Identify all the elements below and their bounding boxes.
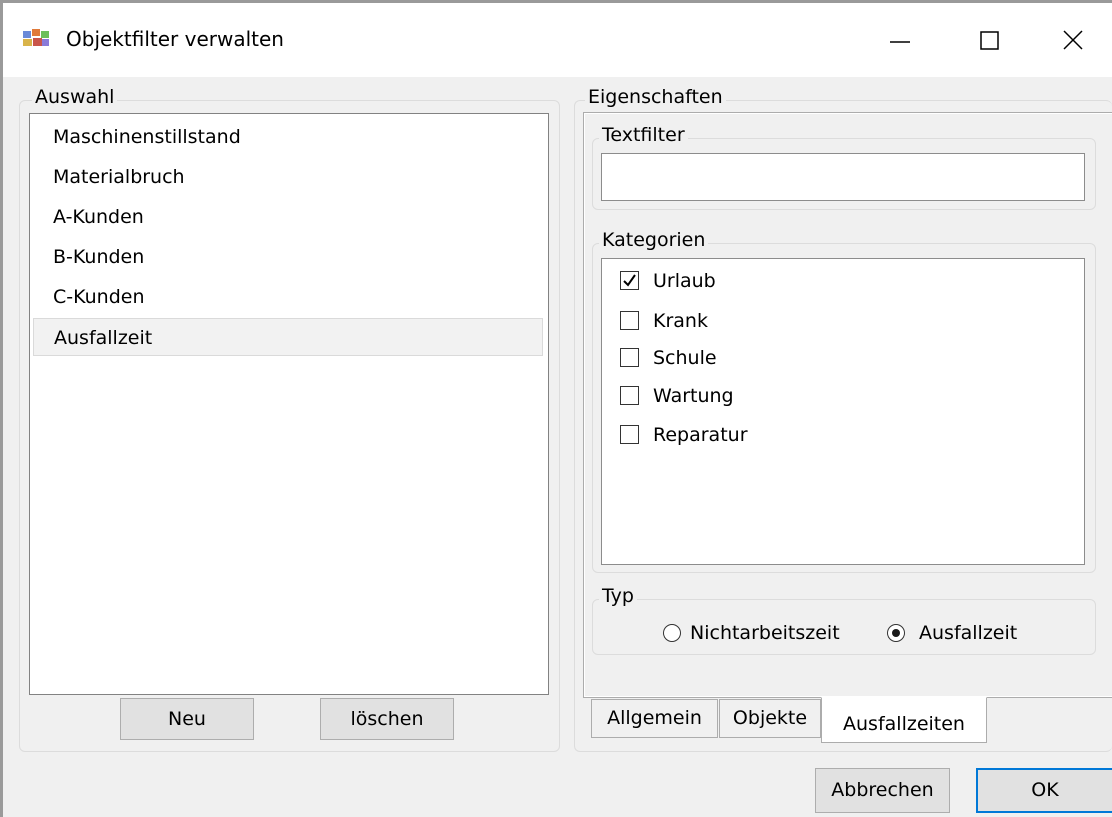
kategorien-legend: Kategorien [599, 229, 709, 251]
tab-objekte[interactable]: Objekte [719, 699, 821, 738]
radio-dot-icon [892, 629, 900, 637]
kategorien-list: Urlaub Krank Schule Wartung Reparatur [601, 258, 1085, 565]
cancel-button[interactable]: Abbrechen [815, 768, 950, 813]
tab-allgemein[interactable]: Allgemein [591, 699, 718, 738]
list-item[interactable]: Materialbruch [33, 158, 543, 196]
list-item[interactable]: B-Kunden [33, 238, 543, 276]
new-button[interactable]: Neu [120, 698, 254, 740]
minimize-icon [890, 41, 910, 43]
category-label: Urlaub [653, 270, 716, 292]
textfilter-input[interactable] [601, 153, 1085, 201]
textfilter-legend: Textfilter [599, 124, 688, 146]
ok-button[interactable]: OK [976, 768, 1112, 813]
checkbox-checked[interactable] [620, 271, 639, 290]
checkbox[interactable] [620, 311, 639, 330]
checkbox[interactable] [620, 386, 639, 405]
auswahl-legend: Auswahl [32, 86, 118, 108]
maximize-icon [980, 31, 999, 50]
list-item[interactable]: Maschinenstillstand [33, 118, 543, 156]
close-button[interactable] [1043, 15, 1103, 63]
radio-button[interactable] [663, 624, 681, 642]
list-item-selected[interactable]: Ausfallzeit [33, 318, 543, 356]
category-label: Krank [653, 310, 708, 332]
window-title: Objektfilter verwalten [66, 27, 284, 51]
checkbox[interactable] [620, 348, 639, 367]
radio-label: Ausfallzeit [919, 622, 1018, 644]
tab-ausfallzeiten[interactable]: Ausfallzeiten [821, 697, 987, 743]
app-icon [23, 29, 49, 46]
category-label: Wartung [653, 385, 734, 407]
checkmark-icon [623, 274, 636, 287]
delete-button[interactable]: löschen [320, 698, 454, 740]
close-icon [1063, 30, 1083, 50]
category-label: Reparatur [653, 424, 748, 446]
radio-label: Nichtarbeitszeit [690, 622, 840, 644]
minimize-button[interactable] [871, 15, 931, 63]
typ-legend: Typ [599, 585, 637, 607]
maximize-button[interactable] [959, 15, 1019, 63]
eigenschaften-legend: Eigenschaften [585, 86, 726, 108]
category-label: Schule [653, 347, 717, 369]
list-item[interactable]: A-Kunden [33, 198, 543, 236]
checkbox[interactable] [620, 425, 639, 444]
filter-listbox[interactable]: Maschinenstillstand Materialbruch A-Kund… [29, 113, 549, 695]
title-bar: Objektfilter verwalten [3, 3, 1112, 77]
list-item[interactable]: C-Kunden [33, 278, 543, 316]
radio-button-selected[interactable] [887, 624, 905, 642]
